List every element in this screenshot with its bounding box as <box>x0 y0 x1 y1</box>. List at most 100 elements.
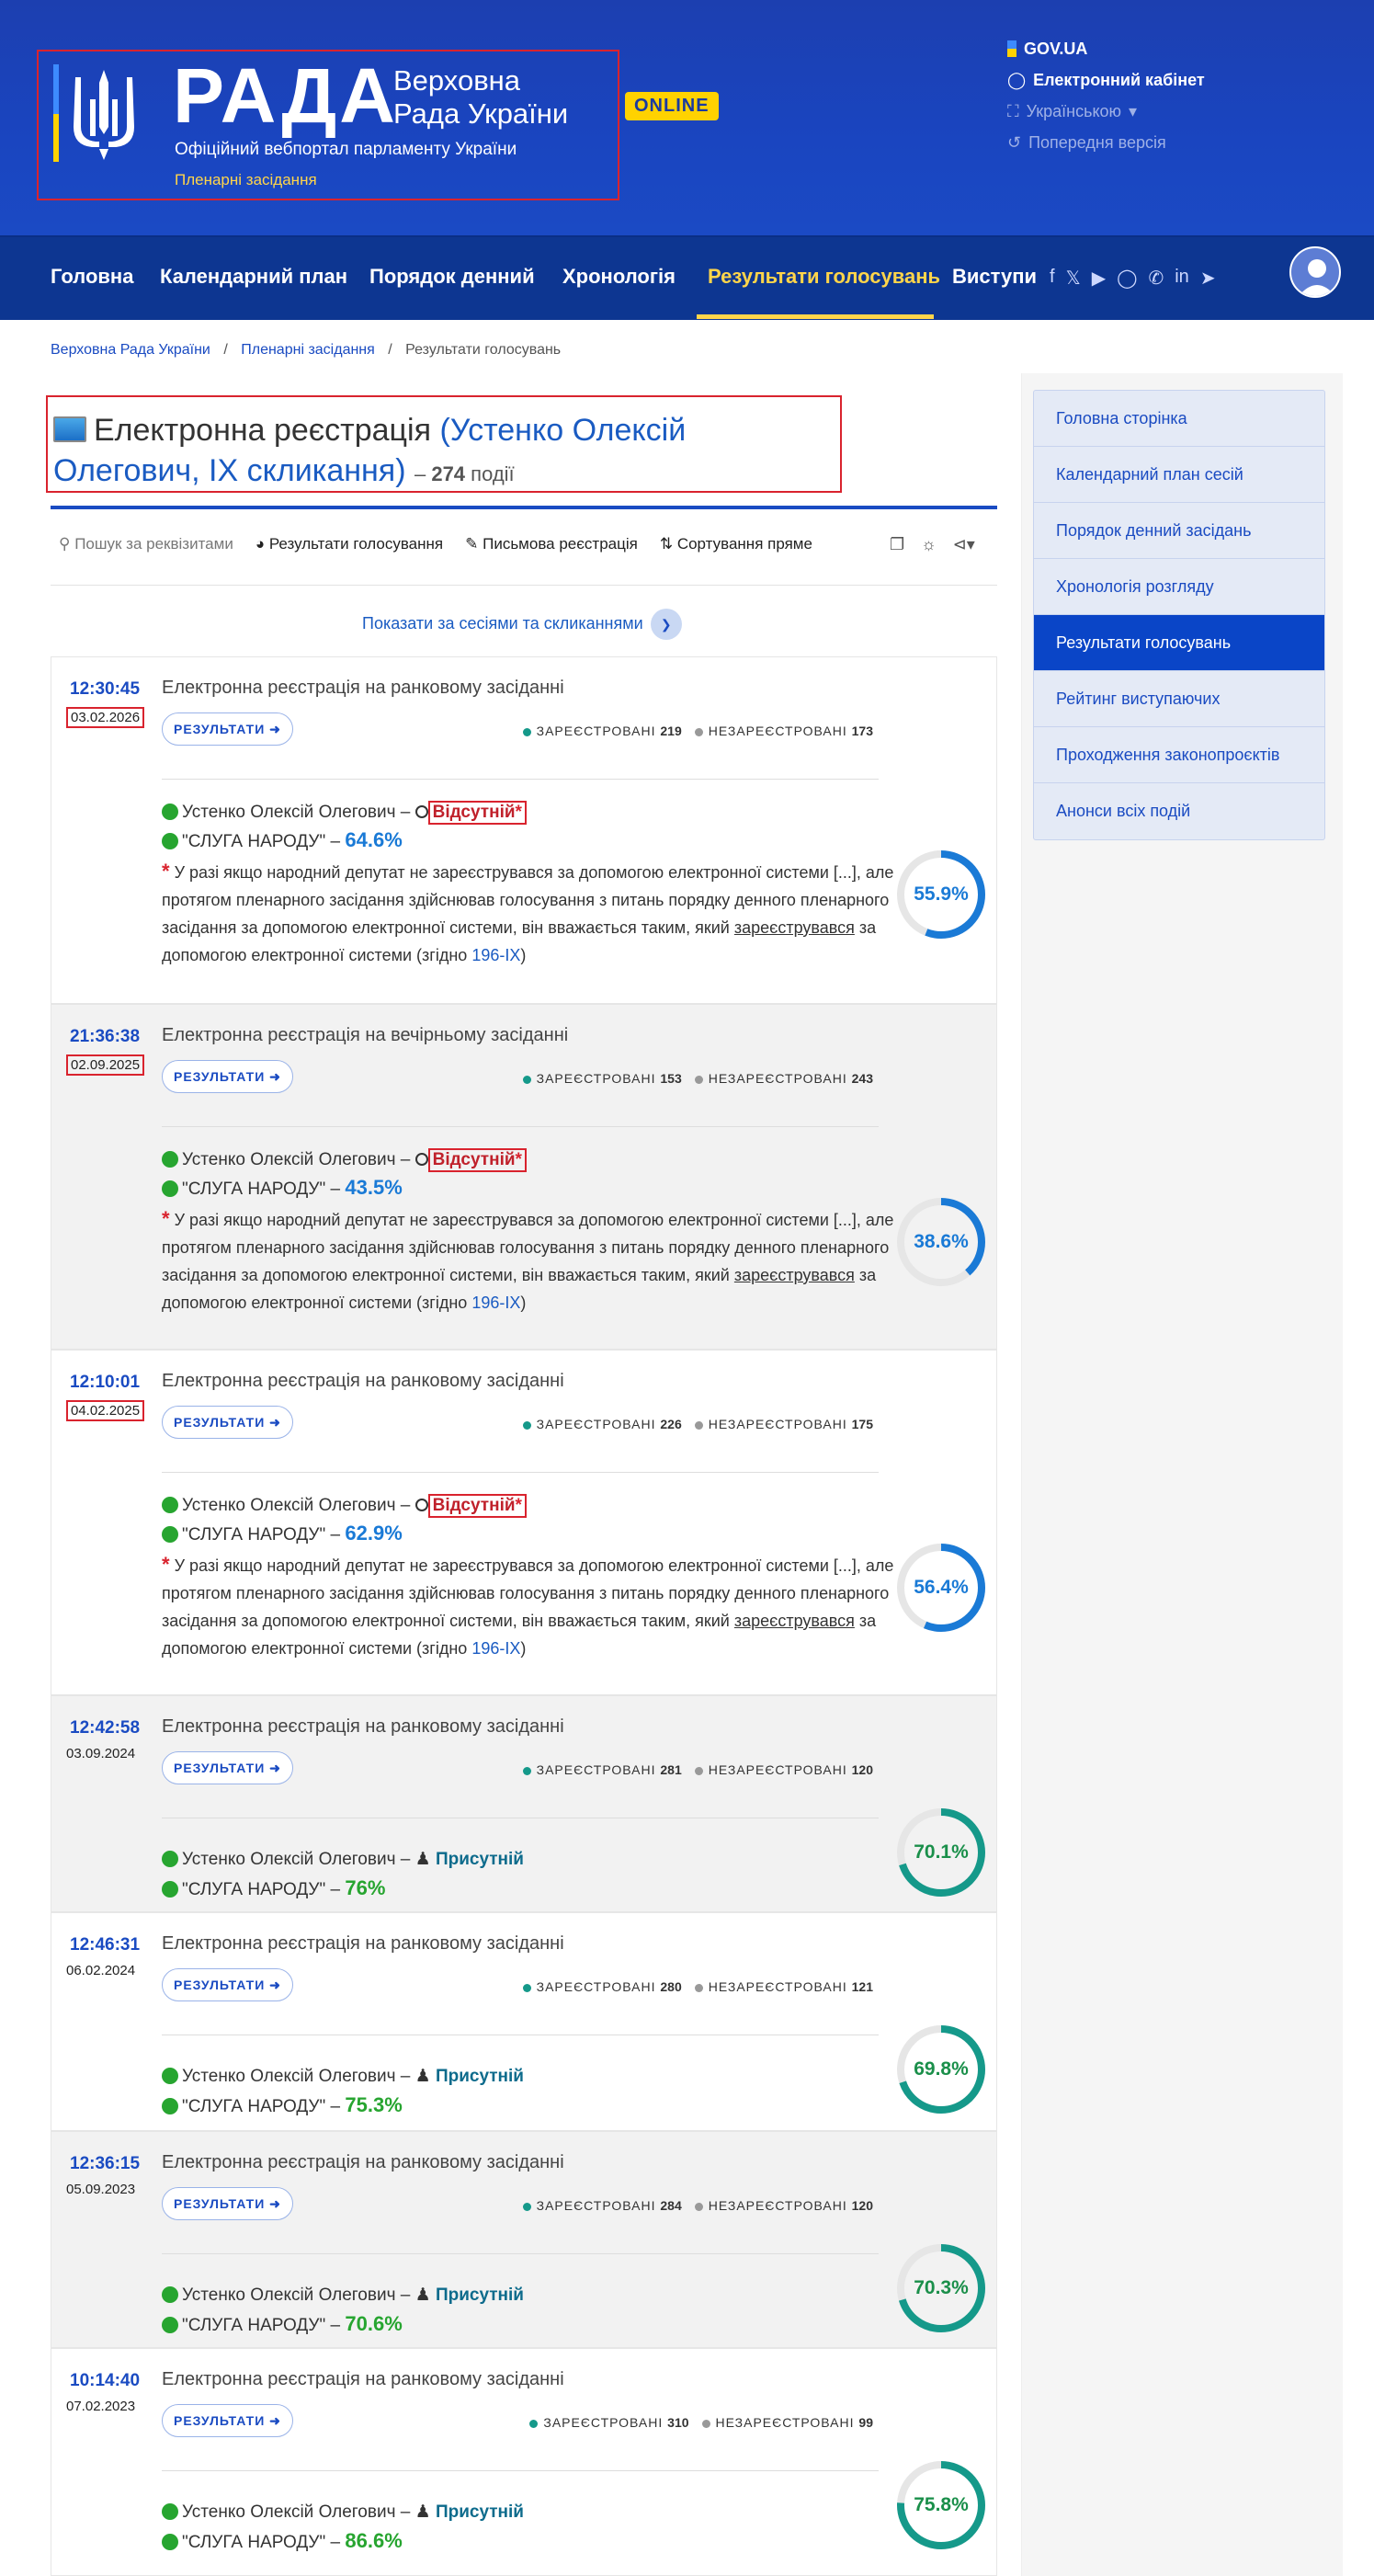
voting-results-button[interactable]: ◕ Результати голосування <box>255 535 443 553</box>
empty-circle-icon <box>414 805 428 818</box>
deputy-name: Устенко Олексій Олегович <box>182 2285 396 2305</box>
user-avatar[interactable] <box>1289 246 1341 298</box>
spinner-icon[interactable]: ☼ <box>921 535 937 554</box>
absent-label: Відсутній <box>432 803 516 822</box>
party-percent: 62.9% <box>345 1522 403 1544</box>
law-link[interactable]: 196-IX <box>471 946 520 964</box>
gov-link[interactable]: GOV.UA <box>1007 33 1205 64</box>
results-button-label: РЕЗУЛЬТАТИ <box>174 722 266 736</box>
header-links: GOV.UA ◯ Електронний кабінет ⛶ Українською… <box>1007 33 1205 158</box>
x-icon[interactable]: 𝕏 <box>1066 267 1081 290</box>
unregistered-dot-icon <box>694 1766 703 1775</box>
sidebar-item-chronology[interactable]: Хронологія розгляду <box>1034 559 1324 615</box>
registered-count: 280 <box>660 1979 682 1994</box>
written-registration-label: Письмова реєстрація <box>483 535 638 553</box>
user-circle-icon: ◯ <box>1007 71 1027 89</box>
share-icon[interactable]: ⊲▾ <box>953 535 975 554</box>
present-label: Присутній <box>435 2067 524 2086</box>
breadcrumb-plenary[interactable]: Пленарні засідання <box>241 342 375 358</box>
sidebar-item-agenda[interactable]: Порядок денний засідань <box>1034 503 1324 559</box>
registered-count: 219 <box>660 724 682 738</box>
breadcrumb-home[interactable]: Верховна Рада України <box>51 342 210 358</box>
site-header: РАДА Верховна Рада України ONLINE Офіцій… <box>0 0 1374 235</box>
cabinet-link[interactable]: ◯ Електронний кабінет <box>1007 64 1205 96</box>
sidebar: Головна сторінка Календарний план сесій … <box>1021 373 1343 2576</box>
nav-agenda[interactable]: Порядок денний <box>369 265 535 289</box>
deputy-status: Устенко Олексій Олегович – Відсутній* <box>162 801 527 825</box>
nav-voting-results[interactable]: Результати голосувань <box>708 265 940 289</box>
unregistered-label: НЕЗАРЕЄСТРОВАНІ <box>708 1417 847 1431</box>
party-name: "СЛУГА НАРОДУ" <box>182 2533 326 2552</box>
party-line: "СЛУГА НАРОДУ" – 62.9% <box>162 1522 403 1545</box>
sidebar-item-voting-results[interactable]: Результати голосувань <box>1034 615 1324 671</box>
party-name: "СЛУГА НАРОДУ" <box>182 1525 326 1544</box>
unregistered-label: НЕЗАРЕЄСТРОВАНІ <box>708 1762 847 1777</box>
caret-down-icon: ▾ <box>1129 102 1138 120</box>
trident-icon <box>53 64 134 162</box>
youtube-icon[interactable]: ▶ <box>1092 267 1106 290</box>
breadcrumb-current: Результати голосувань <box>405 342 562 358</box>
sidebar-item-speakers-rating[interactable]: Рейтинг виступаючих <box>1034 671 1324 727</box>
site-logo[interactable]: РАДА Верховна Рада України ONLINE Офіцій… <box>37 50 719 200</box>
registration-stats: ЗАРЕЄСТРОВАНІ 310 НЕЗАРЕЄСТРОВАНІ 99 <box>529 2415 873 2430</box>
event-card: 12:36:15 05.09.2023 Електронна реєстрація … <box>51 2131 997 2348</box>
event-card: 12:10:01 04.02.2025 Електронна реєстрація … <box>51 1350 997 1695</box>
instagram-icon[interactable]: ◯ <box>1117 267 1137 290</box>
present-label: Присутній <box>435 2502 524 2522</box>
results-button[interactable]: РЕЗУЛЬТАТИ ➜ <box>162 2404 293 2437</box>
registered-label: ЗАРЕЄСТРОВАНІ <box>536 1762 656 1777</box>
sidebar-item-home[interactable]: Головна сторінка <box>1034 391 1324 447</box>
windows-icon[interactable]: ❐ <box>890 535 904 554</box>
results-button[interactable]: РЕЗУЛЬТАТИ ➜ <box>162 712 293 746</box>
sidebar-item-announcements[interactable]: Анонси всіх подій <box>1034 783 1324 839</box>
unregistered-dot-icon <box>694 1420 703 1430</box>
sidebar-item-bills[interactable]: Проходження законопроєктів <box>1034 727 1324 783</box>
registered-label: ЗАРЕЄСТРОВАНІ <box>543 2415 664 2430</box>
law-link[interactable]: 196-IX <box>471 1639 520 1658</box>
written-registration-button[interactable]: ✎ Письмова реєстрація <box>465 535 638 553</box>
user-silhouette-icon <box>1299 259 1335 296</box>
results-button[interactable]: РЕЗУЛЬТАТИ ➜ <box>162 2187 293 2220</box>
unregistered-count: 121 <box>851 1979 873 1994</box>
nav-speeches[interactable]: Виступи <box>952 265 1037 289</box>
search-icon: ⚲ <box>59 535 71 553</box>
party-line: "СЛУГА НАРОДУ" – 86.6% <box>162 2529 403 2553</box>
asterisk-icon: * <box>162 860 170 883</box>
unregistered-dot-icon <box>694 2202 703 2211</box>
search-by-details-button[interactable]: ⚲ Пошук за реквізитами <box>59 535 233 553</box>
note-end: ) <box>520 1294 527 1312</box>
unregistered-dot-icon <box>701 2419 710 2428</box>
event-card: 21:36:38 02.09.2025 Електронна реєстрація … <box>51 1004 997 1350</box>
gauge-label: 55.9% <box>914 883 969 905</box>
language-select[interactable]: ⛶ Українською ▾ <box>1007 96 1205 127</box>
event-title: Електронна реєстрація на ранковому засід… <box>162 678 564 698</box>
results-button-label: РЕЗУЛЬТАТИ <box>174 1415 266 1430</box>
registered-dot-icon <box>522 1983 531 1992</box>
previous-version-link[interactable]: ↺ Попередня версія <box>1007 127 1205 158</box>
sort-label: Сортування пряме <box>676 535 812 553</box>
linkedin-icon[interactable]: in <box>1175 267 1189 290</box>
results-button[interactable]: РЕЗУЛЬТАТИ ➜ <box>162 1406 293 1439</box>
section-link[interactable]: Пленарні засідання <box>175 171 317 189</box>
results-button[interactable]: РЕЗУЛЬТАТИ ➜ <box>162 1751 293 1784</box>
results-button[interactable]: РЕЗУЛЬТАТИ ➜ <box>162 1968 293 2001</box>
nav-home[interactable]: Головна <box>51 265 133 289</box>
show-by-sessions-toggle[interactable]: Показати за сесіями та скликаннями ❯ <box>362 609 682 640</box>
present-label: Присутній <box>435 1850 524 1869</box>
telegram-icon[interactable]: ➤ <box>1200 267 1216 290</box>
law-link[interactable]: 196-IX <box>471 1294 520 1312</box>
nav-chronology[interactable]: Хронологія <box>562 265 676 289</box>
nav-calendar[interactable]: Календарний план <box>160 265 347 289</box>
whatsapp-icon[interactable]: ✆ <box>1148 267 1164 290</box>
registration-gauge: 69.8% <box>893 2022 989 2117</box>
arrow-right-icon: ➜ <box>269 2196 281 2211</box>
registered-label: ЗАРЕЄСТРОВАНІ <box>536 724 656 738</box>
person-icon: ♟ <box>414 1850 431 1869</box>
results-button[interactable]: РЕЗУЛЬТАТИ ➜ <box>162 1060 293 1093</box>
sidebar-item-calendar[interactable]: Календарний план сесій <box>1034 447 1324 503</box>
facebook-icon[interactable]: f <box>1050 267 1055 290</box>
registration-gauge: 70.1% <box>893 1805 989 1900</box>
arrow-right-icon: ➜ <box>269 2413 281 2428</box>
registration-stats: ЗАРЕЄСТРОВАНІ 284 НЕЗАРЕЄСТРОВАНІ 120 <box>522 2198 873 2213</box>
sort-button[interactable]: ⇅ Сортування пряме <box>660 535 812 553</box>
